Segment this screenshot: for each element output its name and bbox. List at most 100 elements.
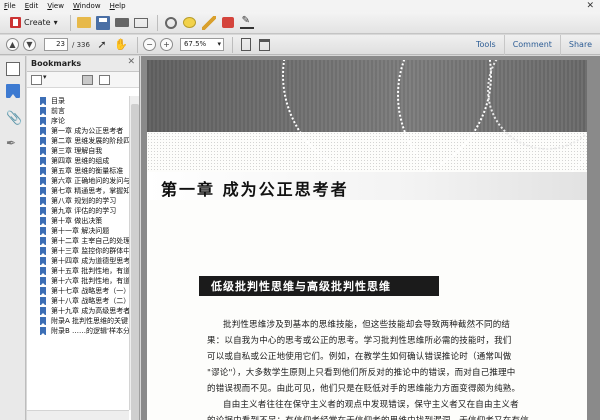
bookmark-item[interactable]: 第十六章 批判性地，有道 (27, 276, 129, 286)
bookmark-icon[interactable] (6, 84, 20, 98)
bookmark-item[interactable]: 第七章 精通思考，掌握知 (27, 186, 129, 196)
bookmark-item[interactable]: 第四章 思维的组成 (27, 156, 129, 166)
zoom-in-button[interactable]: + (159, 38, 173, 51)
bookmark-item[interactable]: 第八章 规划的的学习 (27, 196, 129, 206)
fit-page-button[interactable] (238, 37, 254, 53)
bookmark-label: 第三章 理解自我 (51, 147, 103, 155)
folder-icon (76, 17, 91, 28)
paragraph-line: 批判性思维涉及到基本的思维技能，但这些技能却会导致两种截然不同的结 (223, 320, 511, 330)
comment-button[interactable] (182, 15, 198, 31)
signature-icon[interactable]: ✒ (6, 136, 20, 150)
select-tool-button[interactable]: ➚ (94, 37, 110, 53)
menu-view[interactable]: View (47, 2, 64, 10)
chevron-down-icon: ▾ (53, 18, 58, 27)
close-icon[interactable]: ✕ (586, 1, 594, 11)
bookmark-icon (40, 247, 46, 255)
bookmark-label: 第五章 思维的衡量标准 (51, 167, 124, 175)
create-button[interactable]: Create ▾ (6, 15, 62, 31)
bookmarks-toolbar (27, 72, 139, 88)
tools-link[interactable]: Tools (468, 35, 504, 55)
menu-file[interactable]: File (4, 2, 16, 10)
document-viewport[interactable]: 第一章 成为公正思考者 低级批判性思维与高级批判性思维 批判性思维涉及到基本的思… (141, 56, 600, 420)
bookmark-icon (40, 97, 46, 105)
email-button[interactable] (133, 15, 149, 31)
zoom-out-button[interactable]: − (142, 38, 156, 51)
paragraph-line: 自由主义者往往在保守主义者的观点中发现错误，保守主义者又在自由主义者 (223, 400, 519, 410)
bookmark-item[interactable]: 第十七章 战略思考（一） (27, 286, 129, 296)
panel-links: Tools Comment Share (468, 35, 600, 55)
navigation-pane-icons: 📎 ✒ (0, 56, 26, 420)
print-button[interactable] (114, 15, 130, 31)
create-pdf-icon (10, 17, 21, 28)
bookmark-label: 附录A 批判性思维的关键 (51, 317, 129, 325)
menu-window[interactable]: Window (73, 2, 101, 10)
bookmark-item[interactable]: 第十章 做出决策 (27, 216, 129, 226)
bookmark-item[interactable]: 第五章 思维的衡量标准 (27, 166, 129, 176)
bookmark-icon (40, 177, 46, 185)
toolbar-divider (69, 14, 71, 31)
scrollbar-thumb[interactable] (131, 104, 139, 420)
delete-bookmark-icon[interactable] (82, 74, 93, 85)
bookmark-item[interactable]: 第六章 正确地问的发问与自 (27, 176, 129, 186)
bookmark-icon (40, 207, 46, 215)
bookmark-item[interactable]: 第二章 思维发展的阶段四 (27, 136, 129, 146)
bookmark-item[interactable]: 第十二章 主宰自己的处理 (27, 236, 129, 246)
bookmark-item[interactable]: 第十四章 成为道德型思考 (27, 256, 129, 266)
gear-icon (164, 16, 177, 29)
bookmark-label: 第十九章 成为高级思考者 (51, 307, 129, 315)
paperclip-icon[interactable]: 📎 (6, 111, 22, 126)
main-toolbar: Create ▾ (0, 12, 600, 34)
new-bookmark-icon[interactable] (99, 74, 110, 85)
share-link[interactable]: Share (559, 35, 600, 55)
comment-link[interactable]: Comment (503, 35, 560, 55)
menu-help[interactable]: Help (110, 2, 126, 10)
arrow-cursor-icon: ➚ (97, 38, 107, 51)
horizontal-scrollbar[interactable] (27, 410, 129, 420)
bookmark-icon (40, 297, 46, 305)
close-panel-icon[interactable]: ✕ (127, 57, 135, 67)
stamp-button[interactable] (220, 15, 236, 31)
hand-tool-button[interactable]: ✋ (113, 37, 129, 53)
bookmark-item[interactable]: 第十一章 解决问题 (27, 226, 129, 236)
bookmark-item[interactable]: 第三章 理解自我 (27, 146, 129, 156)
bookmark-item[interactable]: 附录A 批判性思维的关键 (27, 316, 129, 326)
bookmark-item[interactable]: 序论 (27, 116, 129, 126)
hand-icon: ✋ (114, 38, 128, 51)
save-button[interactable] (95, 15, 111, 31)
bookmark-item[interactable]: 第十五章 批判性地，有道 (27, 266, 129, 276)
bookmark-item[interactable]: 附录B ……的逻辑'样本分析 (27, 326, 129, 336)
settings-button[interactable] (163, 15, 179, 31)
bookmark-icon (40, 227, 46, 235)
zoom-select[interactable]: 67.5% (179, 38, 224, 51)
bookmark-label: 第十一章 解决问题 (51, 227, 110, 235)
next-page-button[interactable]: ▼ (23, 38, 36, 51)
sign-button[interactable] (239, 15, 255, 31)
menu-edit[interactable]: Edit (25, 2, 39, 10)
chapter-title: 第一章 成为公正思考者 (161, 180, 349, 199)
highlight-button[interactable] (201, 15, 217, 31)
bookmark-icon (40, 137, 46, 145)
sign-icon (239, 15, 254, 29)
vertical-scrollbar[interactable] (129, 96, 139, 420)
bookmark-item[interactable]: 目录 (27, 96, 129, 106)
bookmark-item[interactable]: 第十三章 监控你的群体中 (27, 246, 129, 256)
options-menu-icon[interactable] (31, 73, 47, 85)
bookmark-item[interactable]: 第九章 评估的的学习 (27, 206, 129, 216)
open-button[interactable] (76, 15, 92, 31)
bookmark-label: 第十八章 战略思考（二） (51, 297, 129, 305)
bookmark-icon (40, 267, 46, 275)
page-number-input[interactable]: 23 (44, 38, 68, 51)
page-thumbnails-icon[interactable] (6, 62, 20, 76)
paragraph-line: 可以或自私或公正地使用它们。例如，在教学生如何确认错误推论时（通常叫做 (207, 352, 512, 362)
bookmark-icon (40, 257, 46, 265)
paragraph-line: 的论据中看到不足；有信仰者经常在无信仰者的思维中找到漏洞，无信仰者又在有信 (207, 414, 529, 420)
bookmark-icon (40, 107, 46, 115)
previous-page-button[interactable]: ▲ (6, 38, 19, 51)
bookmark-item[interactable]: 第一章 成为公正思考者 (27, 126, 129, 136)
bookmark-item[interactable]: 第十八章 战略思考（二） (27, 296, 129, 306)
paragraph-line: 果：以自我为中心的思考或公正的思考。学习批判性思维所必需的技能时，我们 (207, 336, 512, 346)
bookmark-item[interactable]: 前言 (27, 106, 129, 116)
bookmark-label: 附录B ……的逻辑'样本分析 (51, 327, 129, 335)
scroll-mode-button[interactable] (257, 37, 273, 53)
bookmark-item[interactable]: 第十九章 成为高级思考者 (27, 306, 129, 316)
